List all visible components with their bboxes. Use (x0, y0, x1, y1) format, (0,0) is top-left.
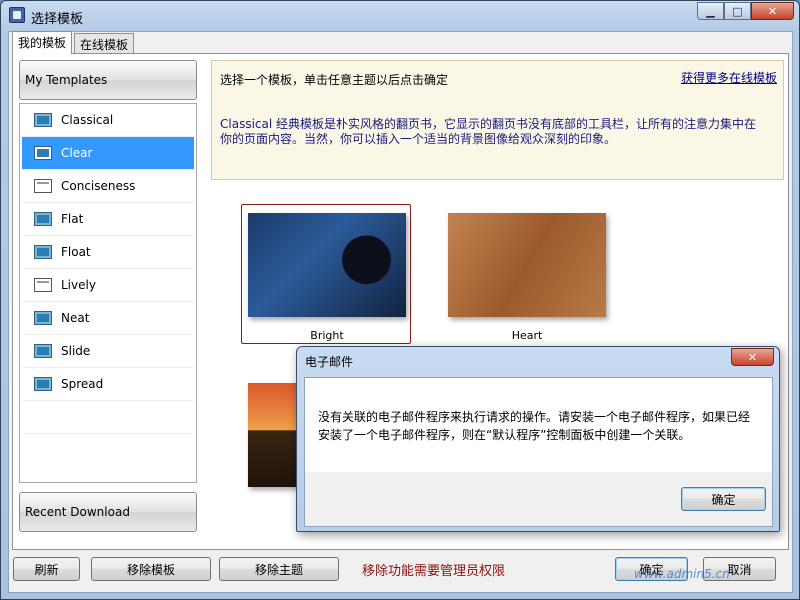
list-item[interactable]: Float (22, 236, 194, 269)
template-panel: My Templates Classical Clear Conciseness… (19, 60, 201, 546)
lively-template-icon (34, 278, 52, 292)
ok-button[interactable]: 确定 (615, 557, 688, 581)
clear-template-icon (34, 146, 52, 160)
window-title: 选择模板 (31, 12, 84, 27)
list-item-label: Neat (61, 311, 90, 325)
recent-download-header[interactable]: Recent Download (19, 492, 197, 532)
dialog-ok-button[interactable]: 确定 (681, 487, 766, 511)
theme-preview-image (448, 213, 606, 317)
title-bar[interactable]: 选择模板 ▁ □ ✕ (1, 1, 799, 31)
theme-label: Bright (310, 329, 344, 342)
list-item[interactable]: Neat (22, 302, 194, 335)
list-item-label: Clear (61, 146, 93, 160)
neat-template-icon (34, 311, 52, 325)
list-item[interactable]: Classical (22, 104, 194, 137)
list-item-label: Flat (61, 212, 84, 226)
email-error-dialog: 电子邮件 ✕ 没有关联的电子邮件程序来执行请求的操作。请安装一个电子邮件程序，如… (296, 346, 780, 532)
classical-template-icon (34, 113, 52, 127)
list-item-label: Conciseness (61, 179, 136, 193)
flat-template-icon (34, 212, 52, 226)
minimize-button[interactable]: ▁ (697, 2, 724, 20)
list-item[interactable]: Flat (22, 203, 194, 236)
list-item-label: Lively (61, 278, 96, 292)
dialog-close-button[interactable]: ✕ (731, 348, 774, 366)
list-item-label: Spread (61, 377, 104, 391)
theme-preview-image (248, 213, 406, 317)
info-instruction: 选择一个模板，单击任意主题以后点击确定 (220, 73, 449, 87)
refresh-button[interactable]: 刷新 (13, 557, 80, 581)
more-online-templates-link[interactable]: 获得更多在线模板 (681, 69, 777, 86)
dialog-title: 电子邮件 (305, 355, 354, 369)
window-controls: ▁ □ ✕ (697, 2, 794, 20)
list-item[interactable]: Lively (22, 269, 194, 302)
dialog-body: 没有关联的电子邮件程序来执行请求的操作。请安装一个电子邮件程序，如果已经安装了一… (304, 377, 773, 527)
float-template-icon (34, 245, 52, 259)
remove-theme-button[interactable]: 移除主题 (219, 557, 339, 581)
tab-my-templates[interactable]: 我的模板 (12, 31, 73, 54)
list-item-label: Slide (61, 344, 91, 358)
conciseness-template-icon (34, 179, 52, 193)
close-button[interactable]: ✕ (751, 2, 794, 20)
app-icon (9, 7, 25, 23)
slide-template-icon (34, 344, 52, 358)
template-list[interactable]: Classical Clear Conciseness Flat Float L… (19, 103, 197, 483)
admin-permission-warning: 移除功能需要管理员权限 (362, 564, 506, 579)
cancel-button[interactable]: 取消 (703, 557, 776, 581)
tab-online-templates[interactable]: 在线模板 (74, 33, 135, 53)
list-item-label: Classical (61, 113, 114, 127)
theme-thumbnail-bright[interactable]: Bright (241, 204, 411, 344)
list-item[interactable]: Clear (22, 137, 194, 170)
list-item[interactable]: Conciseness (22, 170, 194, 203)
maximize-button[interactable]: □ (724, 2, 751, 20)
template-description: Classical 经典模板是朴实风格的翻页书，它显示的翻页书没有底部的工具栏，… (220, 117, 757, 146)
list-item[interactable]: Slide (22, 335, 194, 368)
remove-template-button[interactable]: 移除模板 (91, 557, 211, 581)
theme-thumbnail-heart[interactable]: Heart (441, 204, 611, 344)
list-item-empty (22, 401, 194, 434)
theme-label: Heart (511, 329, 543, 342)
my-templates-header[interactable]: My Templates (19, 60, 197, 100)
template-info-box: 选择一个模板，单击任意主题以后点击确定 获得更多在线模板 Classical 经… (211, 60, 784, 180)
list-item-label: Float (61, 245, 91, 259)
list-item[interactable]: Spread (22, 368, 194, 401)
dialog-message: 没有关联的电子邮件程序来执行请求的操作。请安装一个电子邮件程序，如果已经安装了一… (318, 410, 751, 442)
dialog-message-area: 没有关联的电子邮件程序来执行请求的操作。请安装一个电子邮件程序，如果已经安装了一… (305, 378, 772, 472)
spread-template-icon (34, 377, 52, 391)
